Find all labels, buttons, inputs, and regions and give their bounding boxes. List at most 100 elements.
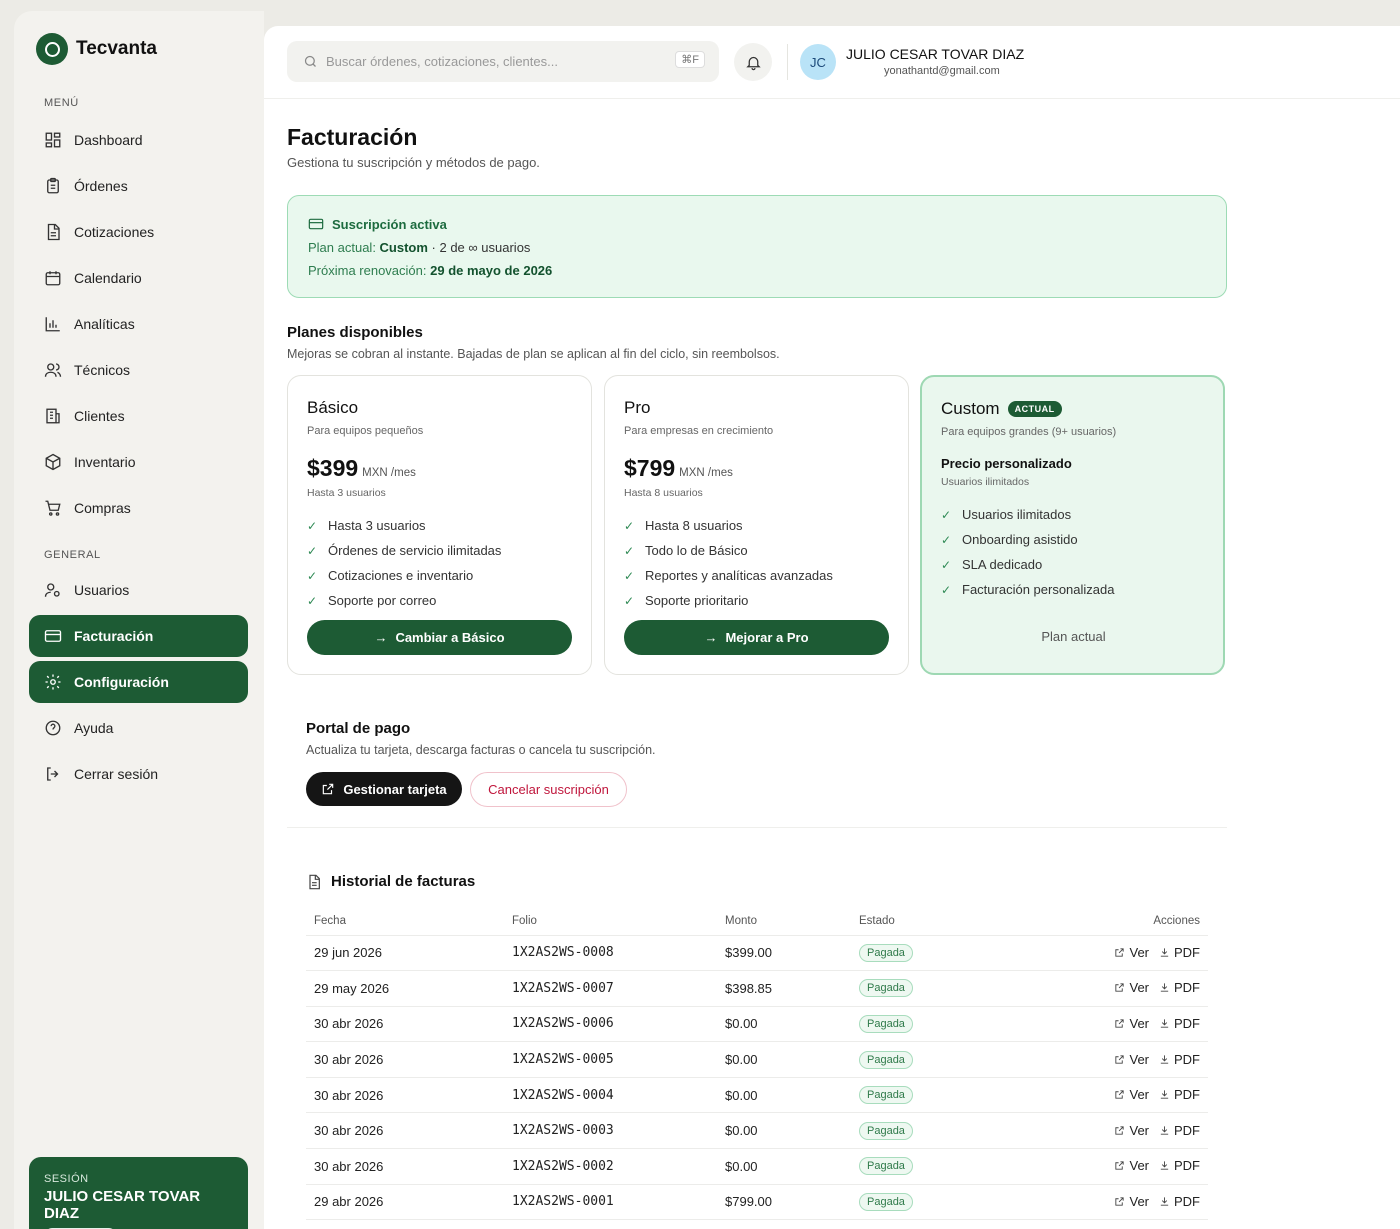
status-badge: Pagada	[859, 1192, 913, 1211]
plan-price-unit: MXN /mes	[679, 467, 733, 479]
plan-price-label: Precio personalizado	[941, 456, 1072, 471]
sidebar: Tecvanta MENÚ Dashboard Órdenes Cotizaci…	[14, 11, 264, 1229]
credit-card-icon	[308, 218, 324, 230]
sidebar-item-calendario[interactable]: Calendario	[29, 257, 248, 299]
view-invoice-button[interactable]: Ver	[1114, 945, 1149, 960]
feature-item: ✓ Reportes y analíticas avanzadas	[624, 563, 889, 588]
document-icon	[309, 874, 320, 889]
view-invoice-button[interactable]: Ver	[1114, 1158, 1149, 1173]
user-gear-icon	[44, 583, 60, 597]
sidebar-item-tecnicos[interactable]: Técnicos	[29, 349, 248, 391]
feature-label: Cotizaciones e inventario	[328, 568, 474, 583]
view-invoice-button[interactable]: Ver	[1114, 1194, 1149, 1209]
sidebar-item-analiticas[interactable]: Analíticas	[29, 303, 248, 345]
sidebar-item-label: Cotizaciones	[74, 224, 155, 240]
view-invoice-button[interactable]: Ver	[1114, 1052, 1149, 1067]
sidebar-item-cerrar-sesion[interactable]: Cerrar sesión	[29, 753, 248, 795]
download-pdf-button[interactable]: PDF	[1159, 1052, 1200, 1067]
invoice-folio: 1X2AS2WS-0007	[504, 970, 717, 1007]
check-icon: ✓	[307, 543, 318, 558]
sidebar-item-dashboard[interactable]: Dashboard	[29, 119, 248, 161]
pdf-label: PDF	[1174, 1015, 1200, 1031]
download-icon	[1160, 983, 1169, 993]
brand[interactable]: Tecvanta	[36, 33, 157, 65]
feature-item: ✓ Facturación personalizada	[941, 577, 1204, 602]
plan-card-custom: Custom ACTUAL Para equipos grandes (9+ u…	[920, 375, 1225, 675]
sidebar-item-configuracion[interactable]: Configuración	[29, 661, 248, 703]
sidebar-item-label: Usuarios	[74, 582, 130, 598]
download-pdf-button[interactable]: PDF	[1159, 945, 1200, 960]
sidebar-item-clientes[interactable]: Clientes	[29, 395, 248, 437]
sidebar-item-label: Calendario	[74, 270, 142, 286]
search-box[interactable]: ⌘F	[287, 41, 719, 82]
sidebar-item-cotizaciones[interactable]: Cotizaciones	[29, 211, 248, 253]
sidebar-item-usuarios[interactable]: Usuarios	[29, 569, 248, 611]
download-pdf-button[interactable]: PDF	[1159, 1016, 1200, 1031]
feature-item: ✓ Hasta 8 usuarios	[624, 513, 889, 538]
user-name: JULIO CESAR TOVAR DIAZ	[846, 46, 1025, 62]
download-pdf-button[interactable]: PDF	[1159, 1087, 1200, 1102]
invoice-status-cell: Pagada	[851, 1148, 1031, 1185]
upgrade-to-pro-button[interactable]: → Mejorar a Pro	[624, 620, 889, 655]
plan-features: ✓ Hasta 3 usuarios ✓ Órdenes de servicio i…	[307, 513, 572, 613]
feature-item: ✓ Soporte por correo	[307, 588, 572, 613]
invoice-actions: Ver PDF	[1031, 1184, 1208, 1221]
plan-price-note: Hasta 8 usuarios	[624, 487, 703, 499]
column-header-folio: Folio	[504, 908, 717, 936]
invoice-folio: 1X2AS2WS-0003	[504, 1112, 717, 1150]
view-invoice-button[interactable]: Ver	[1114, 980, 1149, 995]
brand-logo-icon	[36, 33, 68, 65]
download-pdf-button[interactable]: PDF	[1159, 980, 1200, 995]
sidebar-item-ayuda[interactable]: Ayuda	[29, 707, 248, 749]
search-input[interactable]	[326, 54, 666, 69]
feature-label: Órdenes de servicio ilimitadas	[328, 543, 502, 558]
invoice-table: Fecha Folio Monto Estado Acciones 29 jun…	[306, 908, 1208, 1221]
portal-title: Portal de pago	[306, 720, 411, 737]
building-icon	[46, 408, 60, 424]
cancel-subscription-button[interactable]: Cancelar suscripción	[470, 772, 627, 807]
download-icon	[1160, 948, 1169, 957]
sidebar-item-ordenes[interactable]: Órdenes	[29, 165, 248, 207]
invoice-actions: Ver PDF	[1031, 1006, 1208, 1043]
section-divider	[287, 827, 1227, 828]
sidebar-item-facturacion[interactable]: Facturación	[29, 615, 248, 657]
view-label: Ver	[1129, 944, 1149, 960]
feature-item: ✓ Hasta 3 usuarios	[307, 513, 572, 538]
topbar-divider	[787, 44, 788, 80]
renewal-date: 29 de mayo de 2026	[430, 263, 553, 278]
check-icon: ✓	[941, 582, 952, 597]
invoice-status-cell: Pagada	[851, 1112, 1031, 1150]
check-icon: ✓	[307, 593, 318, 608]
session-user-name: JULIO CESAR TOVAR DIAZ	[44, 1188, 201, 1222]
pdf-label: PDF	[1174, 1193, 1200, 1209]
current-plan-badge: ACTUAL	[1007, 401, 1062, 417]
sidebar-item-inventario[interactable]: Inventario	[29, 441, 248, 483]
calendar-icon	[45, 271, 61, 286]
invoice-folio: 1X2AS2WS-0005	[504, 1041, 717, 1078]
view-label: Ver	[1129, 1122, 1149, 1138]
current-plan-name: Custom	[379, 240, 428, 255]
plan-price-unit: MXN /mes	[362, 467, 416, 479]
check-icon: ✓	[307, 518, 318, 533]
avatar[interactable]: JC	[800, 44, 836, 80]
download-pdf-button[interactable]: PDF	[1159, 1158, 1200, 1173]
download-pdf-button[interactable]: PDF	[1159, 1123, 1200, 1138]
manage-card-button[interactable]: Gestionar tarjeta	[306, 772, 462, 806]
invoice-status-cell: Pagada	[851, 1006, 1031, 1043]
plan-name: Pro	[624, 398, 651, 417]
sidebar-item-compras[interactable]: Compras	[29, 487, 248, 529]
sidebar-item-label: Ayuda	[74, 720, 114, 736]
users-icon	[44, 363, 62, 377]
page-title: Facturación	[287, 124, 418, 150]
feature-item: ✓ Todo lo de Básico	[624, 538, 889, 563]
download-pdf-button[interactable]: PDF	[1159, 1194, 1200, 1209]
invoice-history-title-row: Historial de facturas	[306, 873, 475, 890]
invoice-status-cell: Pagada	[851, 935, 1031, 972]
view-invoice-button[interactable]: Ver	[1114, 1016, 1149, 1031]
pdf-label: PDF	[1174, 1158, 1200, 1174]
view-invoice-button[interactable]: Ver	[1114, 1123, 1149, 1138]
notifications-button[interactable]	[734, 43, 772, 81]
view-invoice-button[interactable]: Ver	[1114, 1087, 1149, 1102]
switch-to-basic-button[interactable]: → Cambiar a Básico	[307, 620, 572, 655]
general-section-label: GENERAL	[44, 549, 101, 561]
